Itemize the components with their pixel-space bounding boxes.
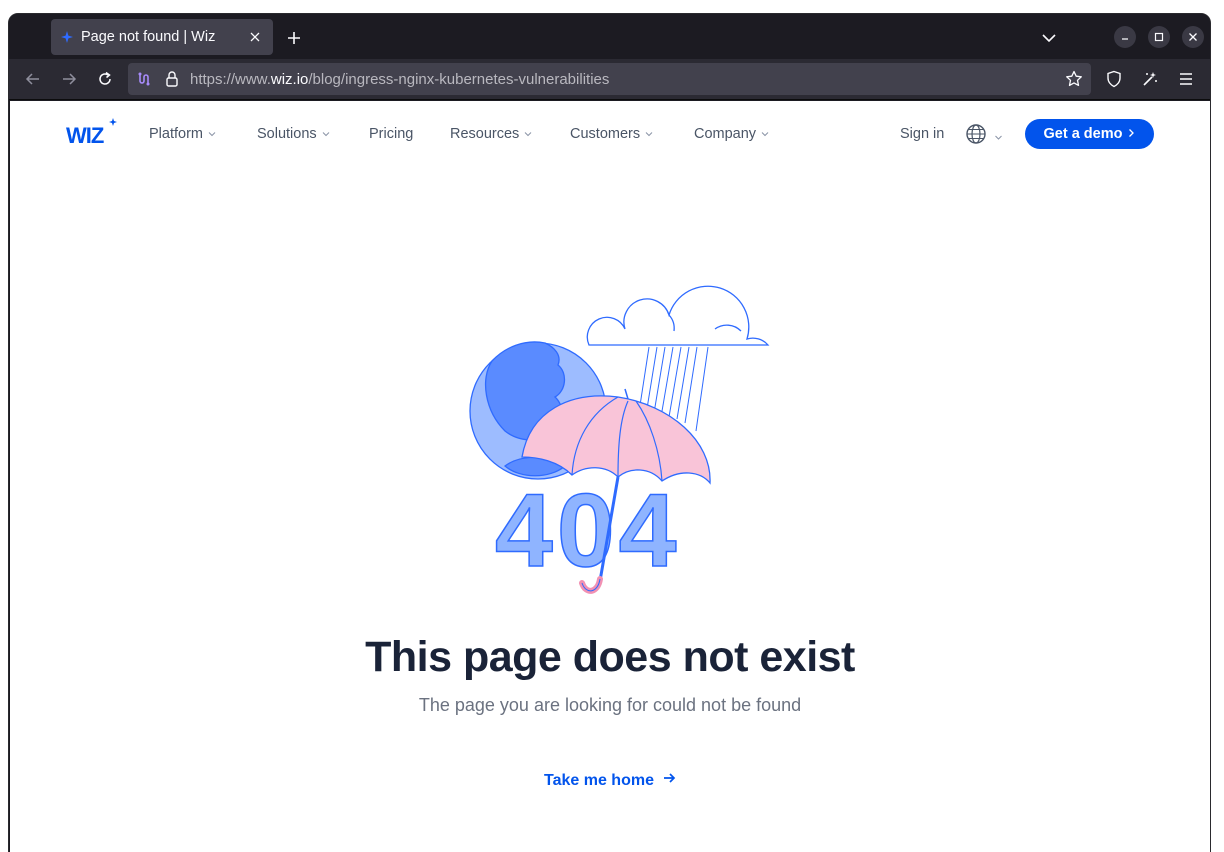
tab-title: Page not found | Wiz bbox=[81, 29, 216, 45]
nav-resources[interactable]: Resources bbox=[450, 126, 532, 142]
shield-icon[interactable] bbox=[1104, 69, 1124, 89]
nav-platform[interactable]: Platform bbox=[149, 126, 216, 142]
lock-icon[interactable] bbox=[164, 70, 180, 93]
wiz-logo[interactable]: WIZ bbox=[66, 117, 118, 148]
page-title: This page does not exist bbox=[365, 633, 855, 681]
nav-pricing-label: Pricing bbox=[369, 126, 414, 142]
chevron-down-icon bbox=[761, 130, 769, 138]
nav-company-label: Company bbox=[694, 126, 757, 142]
chevron-down-icon[interactable] bbox=[1039, 28, 1059, 48]
404-illustration: 404 bbox=[450, 261, 770, 596]
bookmark-star-icon[interactable] bbox=[1065, 70, 1083, 93]
nav-platform-label: Platform bbox=[149, 126, 203, 142]
nav-pricing[interactable]: Pricing bbox=[369, 126, 413, 142]
globe-icon[interactable] bbox=[965, 123, 987, 145]
reload-icon[interactable] bbox=[95, 69, 115, 89]
chevron-right-icon bbox=[1128, 126, 1135, 142]
url-host: wiz.io bbox=[270, 71, 309, 88]
nav-customers-label: Customers bbox=[570, 126, 641, 142]
minimize-icon[interactable] bbox=[1114, 26, 1136, 48]
take-me-home-label: Take me home bbox=[544, 771, 654, 789]
back-icon[interactable] bbox=[23, 69, 43, 89]
nav-company[interactable]: Company bbox=[694, 126, 769, 142]
take-me-home-link[interactable]: Take me home bbox=[544, 771, 676, 790]
nav-customers[interactable]: Customers bbox=[570, 126, 653, 142]
tab-strip: Page not found | Wiz bbox=[9, 14, 1210, 59]
wiz-favicon-icon bbox=[61, 31, 73, 43]
nav-solutions-label: Solutions bbox=[257, 126, 317, 142]
navigation-toolbar: https://www.wiz.io/blog/ingress-nginx-ku… bbox=[9, 59, 1210, 100]
chevron-down-icon[interactable] bbox=[994, 129, 1003, 140]
get-a-demo-label: Get a demo bbox=[1043, 126, 1123, 142]
active-tab[interactable]: Page not found | Wiz bbox=[51, 19, 273, 55]
menu-icon[interactable] bbox=[1176, 69, 1196, 89]
sign-in-link[interactable]: Sign in bbox=[900, 126, 944, 142]
page-subtitle: The page you are looking for could not b… bbox=[418, 695, 802, 715]
chevron-down-icon bbox=[645, 130, 653, 138]
nav-solutions[interactable]: Solutions bbox=[257, 126, 330, 142]
desktop: Page not found | Wiz https://www.wiz.io/… bbox=[0, 0, 1224, 852]
forward-icon[interactable] bbox=[59, 69, 79, 89]
new-tab-plus-icon[interactable] bbox=[284, 28, 304, 48]
chevron-down-icon bbox=[322, 130, 330, 138]
url-prefix: https://www. bbox=[190, 71, 271, 88]
arrow-right-icon bbox=[662, 771, 676, 790]
browser-window: Page not found | Wiz https://www.wiz.io/… bbox=[8, 13, 1211, 852]
maximize-icon[interactable] bbox=[1148, 26, 1170, 48]
chevron-down-icon bbox=[208, 130, 216, 138]
window-close-icon[interactable] bbox=[1182, 26, 1204, 48]
nav-resources-label: Resources bbox=[450, 126, 520, 142]
chevron-down-icon bbox=[524, 130, 532, 138]
url-bar[interactable]: https://www.wiz.io/blog/ingress-nginx-ku… bbox=[128, 63, 1091, 95]
extensions-icon[interactable] bbox=[1140, 69, 1160, 89]
logo-text: WIZ bbox=[66, 123, 104, 147]
site-permissions-icon[interactable] bbox=[136, 71, 152, 92]
close-icon[interactable] bbox=[247, 29, 263, 45]
url-text[interactable]: https://www.wiz.io/blog/ingress-nginx-ku… bbox=[190, 71, 609, 88]
page-viewport: WIZ Platform Solutions Pricing Resources… bbox=[10, 101, 1210, 852]
get-a-demo-button[interactable]: Get a demo bbox=[1025, 119, 1154, 149]
404-text: 404 bbox=[495, 473, 681, 589]
url-path: /blog/ingress-nginx-kubernetes-vulnerabi… bbox=[308, 71, 610, 88]
